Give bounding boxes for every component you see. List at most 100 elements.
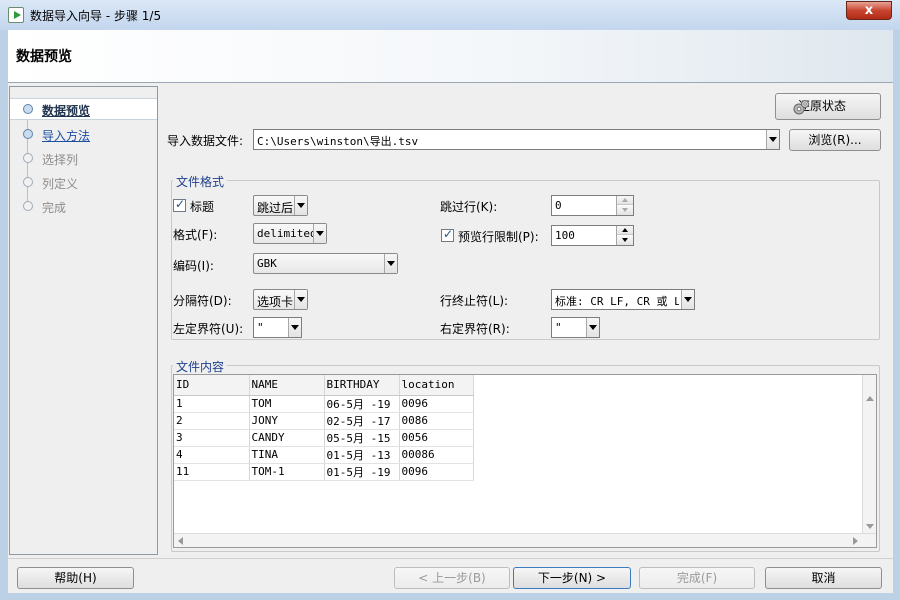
step-label: 数据预览	[42, 104, 91, 118]
column-header[interactable]: BIRTHDAY	[324, 375, 400, 396]
table-cell: 1	[174, 395, 250, 413]
step-marker-icon	[23, 104, 33, 114]
close-button[interactable]: x	[846, 1, 892, 20]
header-option-value: 跳过后	[257, 201, 294, 215]
steps-panel: 数据预览 导入方法 选择列 列定义 完成	[9, 86, 158, 555]
left-enclosure-select[interactable]: "	[253, 317, 302, 338]
step-import-method[interactable]: 导入方法	[10, 124, 157, 146]
title-bar: 数据导入向导 - 步骤 1/5 x	[0, 0, 900, 30]
file-content-grid[interactable]: ID NAME BIRTHDAY location 1 TOM 06-5月 -1…	[173, 374, 877, 548]
encoding-value: GBK	[257, 257, 277, 270]
preview-limit-spinner[interactable]: 100	[551, 225, 634, 246]
page-title: 数据预览	[16, 49, 72, 65]
delimiter-select[interactable]: 选项卡	[253, 289, 308, 310]
delimiter-label: 分隔符(D):	[173, 294, 232, 308]
import-file-value: C:\Users\winston\导出.tsv	[257, 135, 419, 148]
step-marker-icon	[23, 153, 33, 163]
wizard-dialog: 数据预览 数据预览 导入方法 选择列 列定义 完成 还原状态 导入数据文件: C…	[8, 30, 893, 593]
step-marker-icon	[23, 201, 33, 211]
table-cell: 00086	[399, 446, 474, 464]
chevron-down-icon[interactable]	[313, 224, 326, 243]
table-cell: 01-5月 -19	[324, 463, 400, 481]
right-enclosure-value: "	[555, 321, 562, 334]
back-button[interactable]: < 上一步(B)	[394, 567, 510, 589]
app-icon	[8, 7, 24, 23]
chevron-down-icon[interactable]	[586, 318, 599, 337]
table-row[interactable]: 11 TOM-1 01-5月 -19 0096	[174, 463, 474, 481]
chevron-down-icon[interactable]	[384, 254, 397, 273]
restore-state-button[interactable]: 还原状态	[775, 93, 881, 120]
encoding-select[interactable]: GBK	[253, 253, 398, 274]
line-terminator-select[interactable]: 标准: CR LF, CR 或 LF	[551, 289, 695, 310]
chevron-down-icon[interactable]	[294, 196, 307, 215]
scroll-up-icon[interactable]	[866, 396, 874, 401]
table-cell: 02-5月 -17	[324, 412, 400, 430]
table-row[interactable]: 1 TOM 06-5月 -19 0096	[174, 395, 474, 413]
header-band: 数据预览	[8, 30, 893, 83]
preview-limit-label: 预览行限制(P):	[458, 230, 539, 244]
step-column-definition: 列定义	[10, 172, 157, 194]
column-header[interactable]: NAME	[249, 375, 325, 396]
format-select[interactable]: delimited	[253, 223, 327, 244]
gears-icon	[793, 100, 809, 115]
chevron-down-icon[interactable]	[288, 318, 301, 337]
header-label: 标题	[190, 200, 215, 214]
spin-up-icon[interactable]	[617, 196, 633, 205]
left-enclosure-label: 左定界符(U):	[173, 322, 244, 336]
browse-button[interactable]: 浏览(R)...	[789, 129, 881, 151]
table-cell: 0096	[399, 395, 474, 413]
import-file-combo[interactable]: C:\Users\winston\导出.tsv	[253, 129, 780, 150]
table-cell: 3	[174, 429, 250, 447]
skip-rows-value: 0	[555, 199, 562, 212]
spin-down-icon[interactable]	[617, 206, 633, 215]
right-enclosure-label: 右定界符(R):	[440, 322, 510, 336]
footer-divider	[8, 558, 893, 559]
table-cell: 01-5月 -13	[324, 446, 400, 464]
help-button[interactable]: 帮助(H)	[17, 567, 134, 589]
next-button[interactable]: 下一步(N) >	[513, 567, 631, 589]
skip-rows-spinner[interactable]: 0	[551, 195, 634, 216]
step-marker-icon	[23, 177, 33, 187]
scroll-left-icon[interactable]	[178, 537, 183, 545]
table-row[interactable]: 4 TINA 01-5月 -13 00086	[174, 446, 474, 464]
step-label: 选择列	[42, 153, 79, 167]
table-cell: 11	[174, 463, 250, 481]
vertical-scrollbar[interactable]	[862, 375, 876, 533]
column-header[interactable]: location	[399, 375, 474, 396]
step-label: 完成	[42, 201, 67, 215]
delimiter-value: 选项卡	[257, 295, 294, 309]
preview-limit-checkbox[interactable]	[441, 227, 454, 242]
step-select-columns: 选择列	[10, 148, 157, 170]
table-cell: 06-5月 -19	[324, 395, 400, 413]
table-cell: TINA	[249, 446, 325, 464]
table-cell: CANDY	[249, 429, 325, 447]
table-cell: 2	[174, 412, 250, 430]
column-header[interactable]: ID	[174, 375, 250, 396]
file-format-title: 文件格式	[173, 173, 228, 190]
header-checkbox[interactable]	[173, 197, 186, 212]
file-content-title: 文件内容	[173, 358, 228, 375]
chevron-down-icon[interactable]	[294, 290, 307, 309]
left-enclosure-value: "	[257, 321, 264, 334]
format-label: 格式(F):	[173, 228, 218, 242]
right-enclosure-select[interactable]: "	[551, 317, 600, 338]
finish-button[interactable]: 完成(F)	[639, 567, 755, 589]
format-value: delimited	[257, 227, 317, 240]
scroll-down-icon[interactable]	[866, 524, 874, 529]
horizontal-scrollbar[interactable]	[174, 533, 876, 547]
preview-limit-value: 100	[555, 229, 575, 242]
table-row[interactable]: 2 JONY 02-5月 -17 0086	[174, 412, 474, 430]
cancel-button[interactable]: 取消	[765, 567, 882, 589]
chevron-down-icon[interactable]	[681, 290, 694, 309]
spin-up-icon[interactable]	[617, 226, 633, 235]
scroll-right-icon[interactable]	[853, 537, 858, 545]
step-marker-icon	[23, 129, 33, 139]
step-data-preview[interactable]: 数据预览	[10, 98, 157, 120]
chevron-down-icon[interactable]	[766, 130, 779, 149]
table-row[interactable]: 3 CANDY 05-5月 -15 0056	[174, 429, 474, 447]
table-header-row: ID NAME BIRTHDAY location	[174, 375, 474, 396]
spinner-buttons	[616, 196, 633, 215]
line-terminator-value: 标准: CR LF, CR 或 LF	[555, 295, 679, 308]
header-option-select[interactable]: 跳过后	[253, 195, 308, 216]
spin-down-icon[interactable]	[617, 236, 633, 245]
